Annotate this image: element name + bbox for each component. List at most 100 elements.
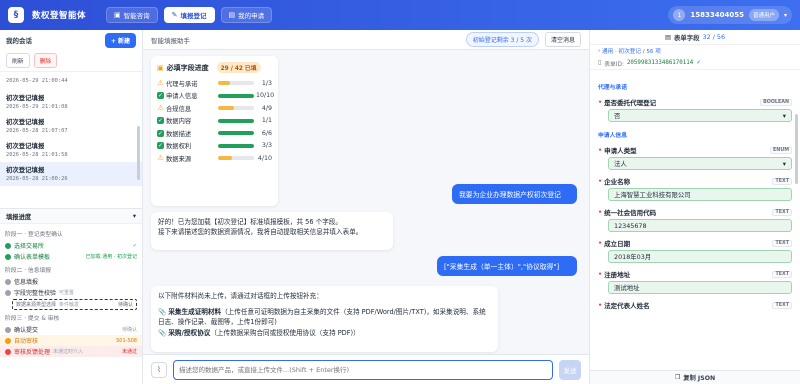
scrollbar[interactable] <box>795 114 798 184</box>
main-nav: ▣ 智能咨询 ✎ 填报登记 ▤ 我的申请 <box>106 7 273 23</box>
tab-consult[interactable]: ▣ 智能咨询 <box>106 7 158 23</box>
conversation-name: 初次登记填报 <box>6 94 45 102</box>
send-button[interactable]: 发送 <box>559 359 581 380</box>
progress-row-count: 10/10 <box>256 92 275 100</box>
paperclip-icon: 📎 <box>158 328 167 337</box>
progress-row: ⚠ 代理与承诺 1/3 <box>157 77 272 90</box>
clear-messages-button[interactable]: 清空消息 <box>544 32 581 47</box>
data-source-select[interactable]: 数据来源类型选择 条件触发 待确认 <box>12 299 137 310</box>
progress-bar <box>218 118 254 123</box>
progress-row: ✓ 数据权利 3/3 <box>157 140 272 153</box>
founded-date-field[interactable]: 2018年03月 <box>608 250 792 263</box>
tab-applications[interactable]: ▤ 我的申请 <box>220 7 273 23</box>
step-confirm-template[interactable]: 确认表单模板 已加载 通用 · 初次登记 <box>5 251 137 262</box>
progress-bar <box>218 143 254 148</box>
chat-icon: ▣ <box>114 11 121 19</box>
chevron-down-icon: ▾ <box>783 11 787 19</box>
left-panel: 我的会话 + 新建 刷新 删除 2026-05-29 21:00:44 初次登记… <box>0 30 143 384</box>
list-item[interactable]: 2026-05-29 21:00:44 <box>0 78 142 90</box>
progress-card-header: ▣ 必填字段进度 29 / 42 已填 <box>157 62 272 73</box>
form-id-row: ▯ 表单ID: 2059983133486170114 ✓ <box>590 57 800 70</box>
paperclip-icon: 📎 <box>158 307 167 316</box>
credit-code-field[interactable]: 12345678 <box>608 219 792 232</box>
step-confirm-submit[interactable]: 确认提交 待确认 <box>5 324 137 335</box>
progress-row-count: 3/3 <box>261 142 272 150</box>
user-message: 我要为企业办理数据产权初次登记 <box>452 184 577 204</box>
list-item-active[interactable]: 初次登记填报 2026-05-28 21:00:26 <box>0 162 142 186</box>
progress-bar <box>218 93 254 98</box>
avatar: 1 <box>673 9 686 21</box>
conversation-date: 2026-05-29 21:00:44 <box>6 78 68 84</box>
progress-rows: ⚠ 代理与承诺 1/3 ✓ 申请人信息 10/10 ⚠ 合规信息 4/9 ✓ 数据内容 1/1 ✓ 数据描… <box>157 77 275 165</box>
address-field[interactable]: 测试地址 <box>608 281 792 294</box>
conversation-date: 2026-05-28 21:00:26 <box>6 176 68 182</box>
field-legal-rep: • 法定代表人姓名 TEXT <box>598 300 792 310</box>
progress-title: 填报进度 <box>6 213 32 221</box>
progress-row-label: 数据来源 <box>166 155 192 163</box>
top-bar: § 数权登智能体 ▣ 智能咨询 ✎ 填报登记 ▤ 我的申请 1 15833404055… <box>0 0 800 30</box>
attach-button[interactable]: ⌇ <box>151 361 167 378</box>
company-name-field[interactable]: 上海智慧工业科技有限公司 <box>608 188 792 201</box>
check-icon: ✓ <box>132 242 137 249</box>
progress-row-count: 1/3 <box>261 79 272 87</box>
progress-row: ✓ 申请人信息 10/10 <box>157 90 275 103</box>
chevron-down-icon: ▾ <box>782 111 786 120</box>
chevron-down-icon: ▾ <box>782 159 786 168</box>
tab-fill[interactable]: ✎ 填报登记 <box>163 7 215 23</box>
check-icon: ✓ <box>157 142 164 150</box>
applicant-type-select[interactable]: 法人 ▾ <box>608 157 792 170</box>
conversation-date: 2026-05-29 21:01:08 <box>6 104 68 110</box>
progress-bar <box>218 131 254 136</box>
agent-select[interactable]: 否 ▾ <box>608 109 792 122</box>
progress-row-label: 代理与承诺 <box>166 80 198 88</box>
status-dot <box>5 337 11 344</box>
progress-bar <box>218 106 254 111</box>
step-auto-review[interactable]: 自动审核 S01-S08 <box>0 335 142 346</box>
progress-row-count: 1/1 <box>261 117 272 125</box>
conversation-list: 2026-05-29 21:00:44 初次登记填报 2026-05-29 21… <box>0 72 142 208</box>
message-input[interactable] <box>173 359 553 380</box>
step-info-fill[interactable]: 信息填报 <box>5 276 137 287</box>
progress-card: ▣ 必填字段进度 29 / 42 已填 ⚠ 代理与承诺 1/3 ✓ 申请人信息 10/10… <box>151 56 278 206</box>
step-field-check[interactable]: 字段完整性校验 可重置 <box>5 287 137 298</box>
folder-icon: ▤ <box>228 11 236 19</box>
field-agent: • 是否委托代理登记 BOOLEAN 否 ▾ <box>598 97 792 122</box>
conversation-date: 2026-05-28 21:07:07 <box>6 128 68 134</box>
copy-json-button[interactable]: ❐ 复制 JSON <box>590 370 800 384</box>
conversation-name: 初次登记填报 <box>6 118 45 126</box>
warning-icon: ⚠ <box>157 103 164 112</box>
check-icon: ✓ <box>696 60 702 66</box>
field-address: • 注册地址 TEXT 测试地址 <box>598 269 792 294</box>
list-item[interactable]: 初次登记填报 2026-05-29 21:01:08 <box>0 90 142 114</box>
delete-button[interactable]: 删除 <box>33 53 58 68</box>
paperclip-icon: ⌇ <box>157 365 161 374</box>
conversation-name: 初次登记填报 <box>6 166 45 174</box>
user-message: ["采集生成（单一主体）","协议取得"] <box>437 256 577 276</box>
refresh-button[interactable]: 刷新 <box>6 53 30 68</box>
list-item[interactable]: 初次登记填报 2026-05-28 21:07:07 <box>0 114 142 138</box>
app-logo: § <box>8 7 24 23</box>
conversation-actions: 刷新 删除 <box>0 50 142 72</box>
list-item[interactable]: 初次登记填报 2026-05-28 21:01:58 <box>0 138 142 162</box>
progress-row-label: 合规信息 <box>166 105 192 113</box>
progress-row: ⚠ 合规信息 4/9 <box>157 102 272 115</box>
progress-row: ✓ 数据描述 6/6 <box>157 127 272 140</box>
progress-header[interactable]: 填报进度 ▾ <box>0 208 142 224</box>
chat-panel: 智能填报助手 初始登记剩余 3 / 5 次 清空消息 ▣ 必填字段进度 29 /… <box>143 30 589 384</box>
progress-row-count: 6/6 <box>261 129 272 137</box>
user-menu[interactable]: 1 15833404055 普通用户 ▾ <box>668 6 792 24</box>
form-panel: ▤ 表单字段 32 / 56 ‹ 通用 · 初次登记 / 56 项 ▯ 表单ID… <box>589 30 800 384</box>
input-bar: ⌇ 发送 <box>143 354 589 384</box>
warning-icon: ⚠ <box>157 78 164 87</box>
chat-title: 智能填报助手 <box>151 36 190 45</box>
stage-2-title: 阶段二 · 信息填报 <box>5 268 52 274</box>
progress-row-count: 4/9 <box>261 104 272 112</box>
step-select-exchange[interactable]: 选择交易所 ✓ <box>5 240 137 251</box>
progress-row: ⚠ 数据来源 4/10 <box>157 152 272 165</box>
step-review-feedback[interactable]: 审核反馈处理 未通过时介入 未通过 <box>0 346 142 357</box>
status-dot <box>5 326 11 333</box>
form-fields: 代理与承诺 • 是否委托代理登记 BOOLEAN 否 ▾ 申请人信息 • 申请人类型 EN… <box>590 70 800 352</box>
new-conversation-button[interactable]: + 新建 <box>104 32 136 48</box>
scrollbar[interactable] <box>137 126 140 180</box>
form-icon: ✎ <box>171 11 178 19</box>
